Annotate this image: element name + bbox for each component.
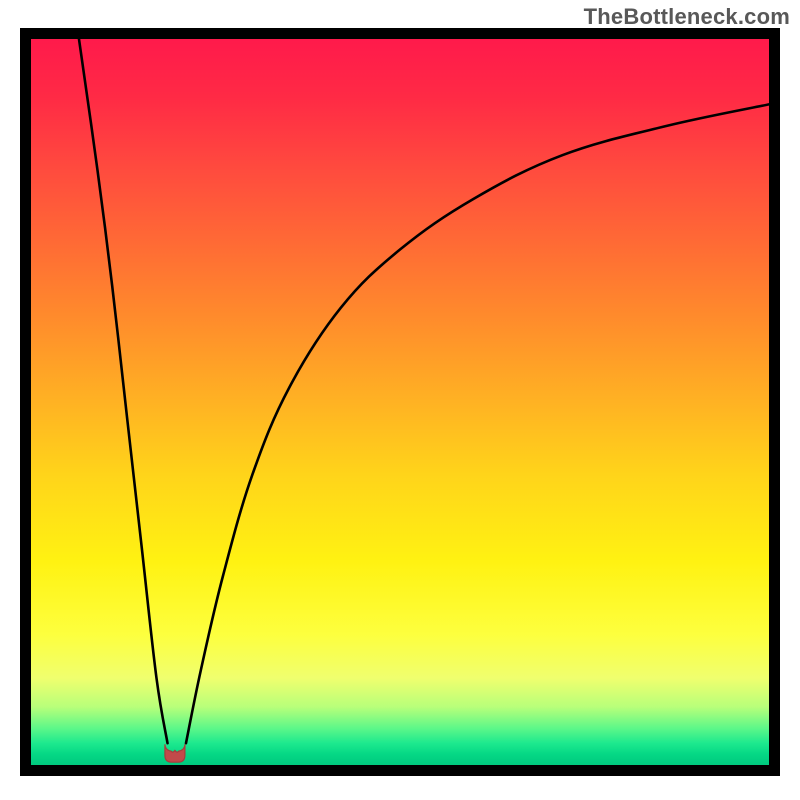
bottleneck-chart: TheBottleneck.com bbox=[0, 0, 800, 800]
plot-area bbox=[31, 39, 769, 765]
plot-frame bbox=[20, 28, 780, 776]
optimum-marker bbox=[165, 744, 185, 762]
curve-right-branch bbox=[186, 104, 769, 743]
curve-left-branch bbox=[79, 39, 168, 743]
watermark-text: TheBottleneck.com bbox=[584, 4, 790, 30]
curve-layer bbox=[31, 39, 769, 765]
